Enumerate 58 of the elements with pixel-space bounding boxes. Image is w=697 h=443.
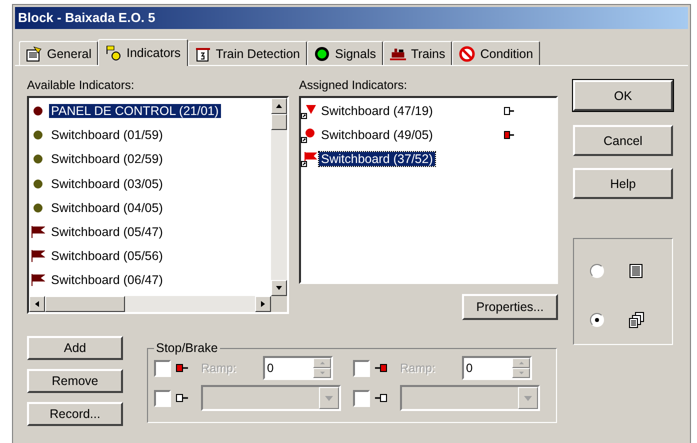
tab[interactable]: General — [19, 41, 98, 65]
list-item[interactable]: Switchboard (05/56) — [29, 244, 271, 268]
tab[interactable]: Signals — [306, 41, 383, 65]
list-item[interactable]: Switchboard (04/05) — [29, 196, 271, 220]
down-arrow-icon — [275, 284, 283, 292]
prohibited-icon — [459, 46, 476, 62]
up-arrow-icon — [318, 361, 326, 365]
dialog-button[interactable]: Help — [573, 168, 673, 199]
locomotive-icon — [390, 46, 406, 62]
left-arrow-icon — [33, 300, 41, 308]
list-label: Assigned Indicators: — [299, 78, 408, 92]
dialog-button[interactable]: Cancel — [573, 125, 673, 156]
dot-icon — [301, 127, 317, 143]
list-button[interactable]: Record... — [27, 402, 123, 426]
calendar-icon — [194, 46, 211, 62]
list-item[interactable]: Switchboard (47/19) — [301, 99, 556, 123]
down-arrow-icon — [518, 371, 524, 375]
right-arrow-icon — [259, 300, 267, 308]
up-arrow-icon — [518, 361, 524, 365]
list-item[interactable]: Switchboard (49/05) — [301, 123, 556, 147]
available-list[interactable]: PANEL DE CONTROL (21/01) Switchboard (01/59) Switchboard (02/59) Switchboard (03/05) Switchboard (04/05) Switchboard (05/47) Switchboard (05/56) Switchboard (06/47) — [27, 96, 289, 314]
list-item[interactable]: Switchboard (02/59) — [29, 147, 271, 172]
tab[interactable]: Condition — [452, 41, 540, 65]
list-item[interactable]: PANEL DE CONTROL (21/01) — [29, 99, 271, 124]
list-icon — [628, 263, 644, 280]
up-arrow-icon — [275, 102, 283, 110]
list-item[interactable]: Switchboard (37/52) — [301, 147, 556, 171]
dropdown-arrow-icon — [524, 396, 532, 400]
scroll-thumb[interactable] — [45, 296, 125, 312]
scroll-thumb[interactable] — [271, 114, 287, 130]
triangle-icon — [301, 103, 317, 119]
group-title: Stop/Brake — [155, 341, 219, 355]
list-button[interactable]: Remove — [27, 369, 123, 393]
flag-icon — [301, 151, 317, 167]
tab[interactable]: Train Detection — [188, 41, 307, 65]
tab[interactable]: Indicators — [98, 39, 188, 66]
stacked-pages-icon — [628, 312, 644, 328]
radio-button[interactable] — [590, 264, 604, 278]
radio-button[interactable] — [590, 312, 604, 327]
dialog-button[interactable]: OK — [573, 80, 673, 111]
list-item[interactable]: Switchboard (03/05) — [29, 172, 271, 196]
flag-icon — [105, 45, 122, 61]
tab[interactable]: Trains — [382, 41, 452, 65]
list-item[interactable]: Switchboard (01/59) — [29, 123, 271, 148]
list-item[interactable]: Switchboard (05/47) — [29, 220, 271, 244]
vertical-scrollbar[interactable] — [271, 98, 287, 296]
down-arrow-icon — [318, 371, 326, 375]
dropdown-arrow-icon — [325, 396, 333, 400]
window-title: Block - Baixada E.O. 5 — [15, 7, 688, 29]
assigned-list[interactable]: Switchboard (47/19) Switchboard (49/05) Switchboard (37/52) — [299, 96, 558, 284]
list-label: Available Indicators: — [27, 78, 136, 92]
properties-button[interactable]: Properties... — [462, 294, 558, 320]
scrollbar-corner — [271, 296, 287, 312]
list-button[interactable]: Add — [27, 336, 123, 360]
list-item[interactable]: Switchboard (06/47) — [29, 268, 271, 292]
horizontal-scrollbar[interactable] — [29, 296, 287, 312]
signal-icon — [314, 46, 330, 62]
form-icon — [26, 46, 42, 62]
